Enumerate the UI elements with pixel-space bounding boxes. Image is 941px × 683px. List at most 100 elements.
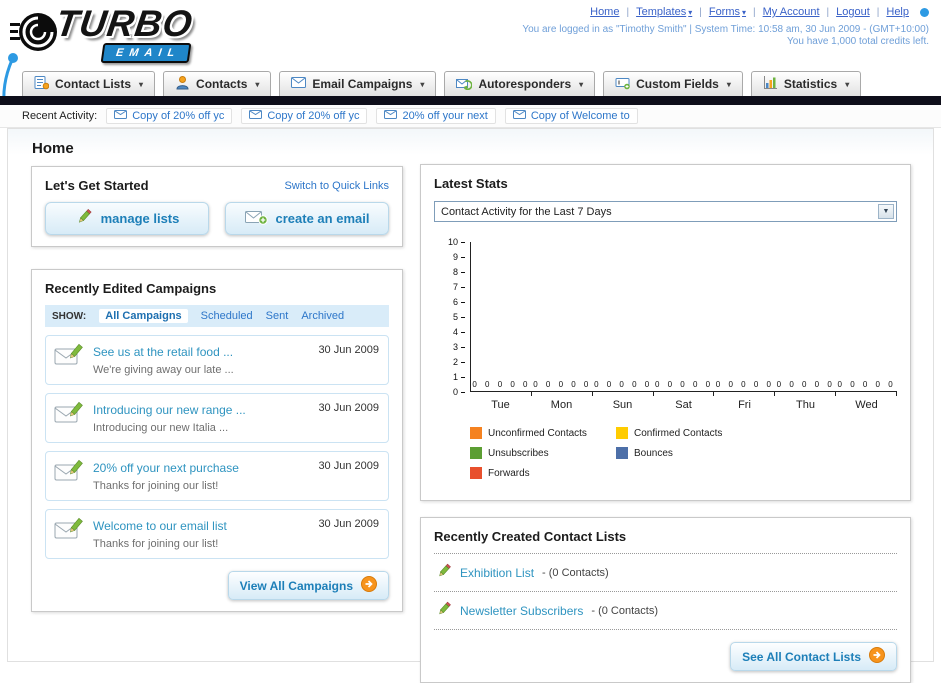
recent-activity-link[interactable]: Copy of 20% off yc [132,110,224,122]
create-email-label: create an email [275,211,370,226]
chart-y-tick: 7 [453,282,465,292]
legend-item: Forwards [470,467,616,479]
form-field-icon [615,75,630,93]
create-email-button[interactable]: create an email [225,202,389,235]
chart-y-tick: 8 [453,267,465,277]
recent-activity-link[interactable]: Copy of 20% off yc [267,110,359,122]
campaign-date: 30 Jun 2009 [318,460,379,472]
campaign-item[interactable]: 20% off your next purchase Thanks for jo… [45,451,389,501]
campaign-item[interactable]: Welcome to our email list Thanks for joi… [45,509,389,559]
chart-value-labels: 0 0 0 0 0 [594,380,653,389]
nav-underline-bar [0,96,941,105]
campaign-subtitle: Thanks for joining our list! [93,480,219,492]
page-title: Home [32,140,74,157]
chart-x-label: Sat [675,399,692,411]
contact-list-link[interactable]: Exhibition List [460,566,534,580]
nav-tab-label: Autoresponders [478,77,572,91]
chart-x-label: Wed [855,399,878,411]
nav-tab-label: Statistics [783,77,838,91]
link-separator: | [753,6,756,18]
nav-tab-label: Contacts [196,77,248,91]
chart-value-labels: 0 0 0 0 0 [776,380,835,389]
campaign-title-link[interactable]: Introducing our new range ... [93,403,246,417]
nav-tab-contact-lists[interactable]: Contact Lists ▾ [22,71,156,96]
chart-bar-group: 0 0 0 0 0 [654,242,715,396]
dropdown-caret-icon: ▾ [845,79,850,89]
envelope-icon [249,110,263,122]
nav-tab-statistics[interactable]: Statistics ▾ [750,71,862,96]
campaigns-tab-sent[interactable]: Sent [266,310,289,322]
nav-tab-email-campaigns[interactable]: Email Campaigns ▾ [279,71,437,96]
recent-activity-item[interactable]: Copy of 20% off yc [241,108,368,124]
view-all-campaigns-button[interactable]: View All Campaigns [227,571,389,600]
envelope-icon [291,77,307,91]
campaigns-tab-scheduled[interactable]: Scheduled [201,310,253,322]
contact-list-count: - (0 Contacts) [542,566,609,579]
logo-title: TURBO [53,3,196,44]
chart-y-tick: 10 [448,237,465,247]
top-link-logout[interactable]: Logout [836,6,870,18]
arrow-right-icon [361,576,377,595]
nav-tab-autoresponders[interactable]: Autoresponders ▾ [444,71,596,96]
legend-swatch [470,427,482,439]
contact-activity-chart: 10 9 8 7 6 5 4 3 2 1 0 0 0 0 0 00 0 0 0 00 0 0 0 0… [434,237,897,411]
campaigns-filter-tabs: SHOW: All Campaigns Scheduled Sent Archi… [45,305,389,327]
chart-x-labels: Tue Mon Sun Sat Fri Thu Wed [470,399,897,411]
legend-item: Unsubscribes [470,447,616,459]
top-link-templates[interactable]: Templates ▾ [636,6,692,18]
envelope-refresh-icon [456,76,473,93]
switch-quick-links-link[interactable]: Switch to Quick Links [284,180,389,192]
pencil-icon [436,601,452,620]
legend-item: Unconfirmed Contacts [470,427,616,439]
contact-list-item[interactable]: Newsletter Subscribers - (0 Contacts) [434,592,897,630]
top-link-home[interactable]: Home [590,6,619,18]
chart-x-label: Sun [612,399,633,411]
left-column: Let's Get Started Switch to Quick Links … [31,166,403,612]
legend-swatch [470,447,482,459]
chart-bar-group: 0 0 0 0 0 [775,242,837,396]
chart-y-tick: 4 [453,327,465,337]
dropdown-caret-icon: ▾ [579,79,584,89]
campaigns-tab-all[interactable]: All Campaigns [99,309,188,323]
campaign-edit-icon [54,517,84,546]
campaign-item[interactable]: See us at the retail food ... We're givi… [45,335,389,385]
recent-activity-link[interactable]: Copy of Welcome to [531,110,630,122]
recent-activity-link[interactable]: 20% off your next [402,110,487,122]
recent-activity-item[interactable]: Copy of Welcome to [504,108,638,124]
chart-y-tick: 6 [453,297,465,307]
link-separator: | [826,6,830,18]
see-all-contact-lists-button[interactable]: See All Contact Lists [730,642,897,671]
legend-label: Bounces [634,447,673,459]
recent-activity-item[interactable]: 20% off your next [376,108,496,124]
nav-tab-label: Email Campaigns [312,77,413,91]
campaign-title-link[interactable]: 20% off your next purchase [93,461,239,475]
content-area: Home Let's Get Started Switch to Quick L… [7,128,934,683]
manage-lists-button[interactable]: manage lists [45,202,209,235]
campaigns-tab-archived[interactable]: Archived [301,310,344,322]
contact-list-link[interactable]: Newsletter Subscribers [460,604,583,618]
campaign-title-link[interactable]: Welcome to our email list [93,519,227,533]
get-started-panel: Let's Get Started Switch to Quick Links … [31,166,403,247]
recent-activity-item[interactable]: Copy of 20% off yc [106,108,233,124]
campaign-title-link[interactable]: See us at the retail food ... [93,345,233,359]
nav-tab-custom-fields[interactable]: Custom Fields ▾ [603,71,743,96]
stats-period-select[interactable]: Contact Activity for the Last 7 Days ▼ [434,201,897,222]
envelope-plus-icon [244,210,268,228]
stats-period-value: Contact Activity for the Last 7 Days [441,205,612,218]
chart-value-labels: 0 0 0 0 0 [837,380,896,389]
top-link-forms[interactable]: Forms ▾ [709,6,746,18]
campaign-subtitle: Introducing our new Italia ... [93,422,229,434]
top-link-help[interactable]: Help [886,6,909,18]
chart-y-tick: 1 [453,372,465,382]
top-link-my-account[interactable]: My Account [763,6,820,18]
dropdown-caret-icon: ▾ [742,8,747,17]
nav-tab-contacts[interactable]: Contacts ▾ [163,71,272,96]
dropdown-caret-icon: ▾ [726,79,731,89]
view-all-campaigns-label: View All Campaigns [239,578,353,593]
campaign-edit-icon [54,401,84,430]
recent-contact-lists-title: Recently Created Contact Lists [434,529,627,544]
contact-list-item[interactable]: Exhibition List - (0 Contacts) [434,554,897,592]
chart-y-axis: 10 9 8 7 6 5 4 3 2 1 0 [434,237,470,397]
chart-value-labels: 0 0 0 0 0 [715,380,774,389]
campaign-item[interactable]: Introducing our new range ... Introducin… [45,393,389,443]
